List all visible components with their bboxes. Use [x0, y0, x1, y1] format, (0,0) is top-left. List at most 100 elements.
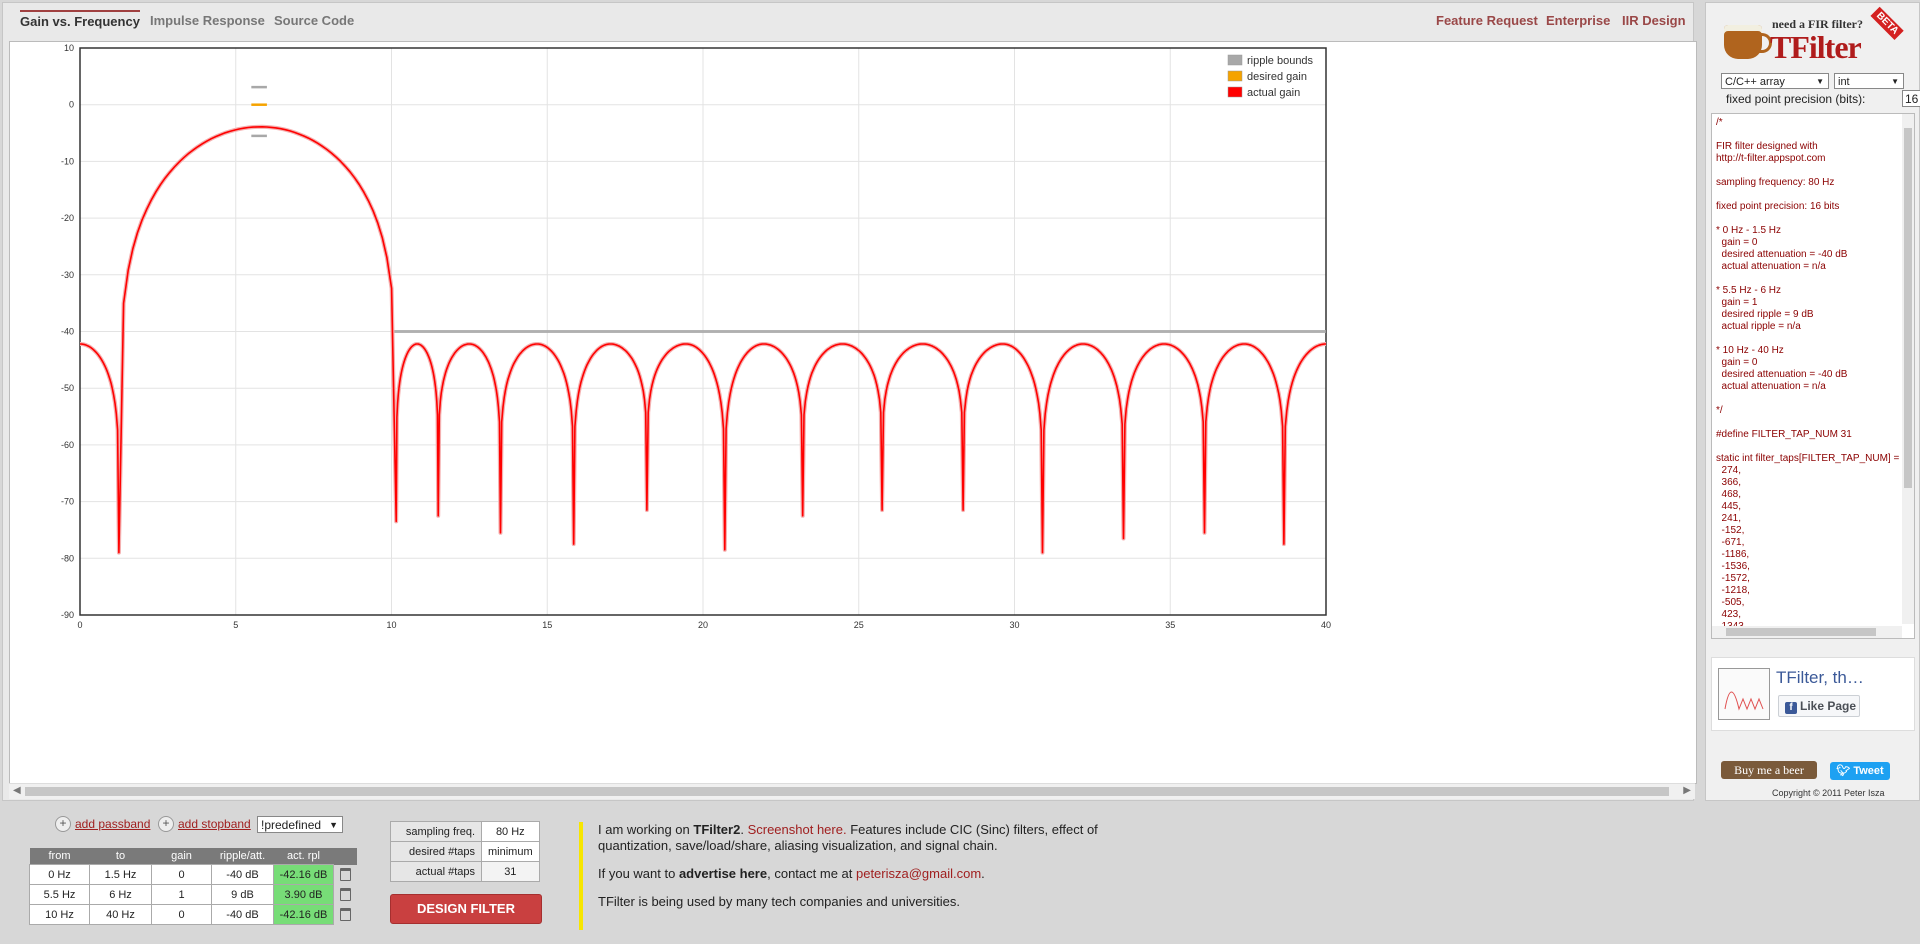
chart-container: 0 5 10 15 20 25 30 35 40 10 0 -10 -20 -30 -40 -50 -60 -70…	[9, 41, 1697, 784]
desired-taps-input[interactable]: minimum	[481, 841, 540, 862]
add-stopband-link[interactable]: add stopband	[178, 817, 251, 831]
predefined-select[interactable]: !predefined ▼	[257, 816, 343, 833]
scroll-right-icon[interactable]: ▶	[1683, 785, 1691, 796]
iir-design-link[interactable]: IIR Design	[1622, 13, 1686, 28]
trash-icon	[339, 888, 351, 901]
buy-me-a-beer-button[interactable]: Buy me a beer	[1721, 761, 1817, 779]
feature-request-link[interactable]: Feature Request	[1436, 13, 1538, 28]
msg-text: , contact me at	[767, 866, 856, 881]
x-tick-label: 40	[1321, 620, 1331, 630]
y-tick-label: -30	[61, 270, 74, 280]
announcement-advertise: If you want to advertise here, contact m…	[598, 866, 1158, 882]
band-ripple-input[interactable]: -40 dB	[211, 904, 274, 925]
band-from-input[interactable]: 10 Hz	[29, 904, 90, 925]
data-type-select[interactable]: int ▼	[1834, 73, 1904, 89]
legend-label: actual gain	[1247, 87, 1300, 99]
logo-text: TFilter	[1770, 29, 1862, 65]
band-row: 0 Hz 1.5 Hz 0 -40 dB -42.16 dB	[29, 864, 357, 885]
announcement: I am working on TFilter2. Screenshot her…	[598, 822, 1158, 922]
sidebar: need a FIR filter? TFilter BETA C/C++ ar…	[1705, 2, 1920, 801]
y-tick-label: -90	[61, 610, 74, 620]
band-from-input[interactable]: 0 Hz	[29, 864, 90, 885]
scroll-thumb[interactable]	[25, 787, 1669, 796]
delete-band-button[interactable]	[334, 885, 357, 905]
code-hscroll-thumb[interactable]	[1726, 628, 1876, 636]
band-ripple-input[interactable]: -40 dB	[211, 864, 274, 885]
y-tick-label: -80	[61, 553, 74, 563]
delete-band-button[interactable]	[334, 865, 357, 885]
band-gain-input[interactable]: 1	[151, 884, 212, 905]
advertise-text: advertise here	[678, 866, 768, 881]
add-passband-link[interactable]: add passband	[75, 817, 150, 831]
band-gain-input[interactable]: 0	[151, 904, 212, 925]
add-stopband-icon[interactable]: +	[158, 816, 174, 832]
source-code-text[interactable]: /* FIR filter designed with http://t-fil…	[1712, 114, 1914, 636]
tweet-button[interactable]: 🐦︎ Tweet	[1830, 762, 1890, 780]
col-ripple: ripple/att.	[211, 848, 274, 865]
legend-swatch	[1227, 54, 1243, 66]
facebook-page-thumbnail[interactable]	[1718, 668, 1770, 720]
y-tick-label: -50	[61, 383, 74, 393]
announcement-tfilter2: I am working on TFilter2. Screenshot her…	[598, 822, 1158, 854]
coffee-cup-icon	[1724, 25, 1772, 59]
predefined-value: !predefined	[261, 818, 322, 832]
tweet-label: Tweet	[1853, 765, 1884, 777]
y-tick-label: 0	[69, 100, 74, 110]
enterprise-link[interactable]: Enterprise	[1546, 13, 1610, 28]
design-params: sampling freq. 80 Hz desired #taps minim…	[390, 821, 540, 882]
legend-swatch	[1227, 86, 1243, 98]
code-vscroll-thumb[interactable]	[1904, 128, 1912, 488]
beta-badge: BETA	[1870, 6, 1905, 41]
screenshot-link[interactable]: Screenshot here.	[748, 822, 847, 837]
actual-taps-value: 31	[481, 861, 540, 882]
scroll-left-icon[interactable]: ◀	[13, 785, 21, 796]
source-code-box[interactable]: /* FIR filter designed with http://t-fil…	[1711, 113, 1915, 639]
band-from-input[interactable]: 5.5 Hz	[29, 884, 90, 905]
col-to: to	[89, 848, 152, 865]
y-tick-label: 10	[64, 43, 74, 53]
email-link[interactable]: peterisza@gmail.com	[856, 866, 981, 881]
precision-input[interactable]: 16	[1902, 90, 1920, 107]
y-tick-label: -20	[61, 213, 74, 223]
output-format-select[interactable]: C/C++ array ▼	[1721, 73, 1829, 89]
band-to-input[interactable]: 6 Hz	[89, 884, 152, 905]
x-tick-label: 35	[1165, 620, 1175, 630]
band-to-input[interactable]: 1.5 Hz	[89, 864, 152, 885]
legend-label: ripple bounds	[1247, 55, 1314, 67]
data-type-value: int	[1838, 76, 1850, 88]
tab-gain-vs-frequency[interactable]: Gain vs. Frequency	[20, 10, 140, 29]
message-accent-bar	[579, 822, 583, 930]
design-filter-button[interactable]: DESIGN FILTER	[390, 894, 542, 924]
trash-icon	[339, 868, 351, 881]
tab-impulse-response[interactable]: Impulse Response	[150, 13, 265, 28]
band-gain-input[interactable]: 0	[151, 864, 212, 885]
beer-label: Buy me a beer	[1734, 763, 1804, 777]
x-tick-label: 25	[854, 620, 864, 630]
x-tick-label: 20	[698, 620, 708, 630]
y-tick-label: -60	[61, 440, 74, 450]
main-panel: Gain vs. Frequency Impulse Response Sour…	[2, 2, 1697, 801]
delete-band-button[interactable]	[334, 905, 357, 925]
facebook-page-name[interactable]: TFilter, th…	[1776, 668, 1864, 688]
sampling-freq-label: sampling freq.	[390, 821, 482, 842]
tfilter-logo[interactable]: need a FIR filter? TFilter BETA	[1720, 6, 1910, 67]
tab-source-code[interactable]: Source Code	[274, 13, 354, 28]
x-tick-label: 15	[542, 620, 552, 630]
code-horizontal-scrollbar[interactable]	[1712, 626, 1902, 638]
chart-horizontal-scrollbar[interactable]: ◀ ▶	[9, 783, 1695, 799]
band-ripple-input[interactable]: 9 dB	[211, 884, 274, 905]
desired-taps-label: desired #taps	[390, 841, 482, 862]
chevron-down-icon: ▼	[1816, 77, 1824, 86]
col-delete	[333, 848, 357, 865]
band-table-header: from to gain ripple/att. act. rpl	[29, 848, 357, 865]
band-to-input[interactable]: 40 Hz	[89, 904, 152, 925]
add-passband-icon[interactable]: +	[55, 816, 71, 832]
precision-label: fixed point precision (bits):	[1726, 92, 1866, 106]
band-actual-ripple: -42.16 dB	[273, 864, 334, 885]
code-vertical-scrollbar[interactable]	[1902, 114, 1914, 624]
col-from: from	[29, 848, 90, 865]
sampling-freq-input[interactable]: 80 Hz	[481, 821, 540, 842]
facebook-like-button[interactable]: f Like Page	[1778, 695, 1860, 717]
like-page-label: Like Page	[1800, 699, 1857, 713]
trash-icon	[339, 908, 351, 921]
